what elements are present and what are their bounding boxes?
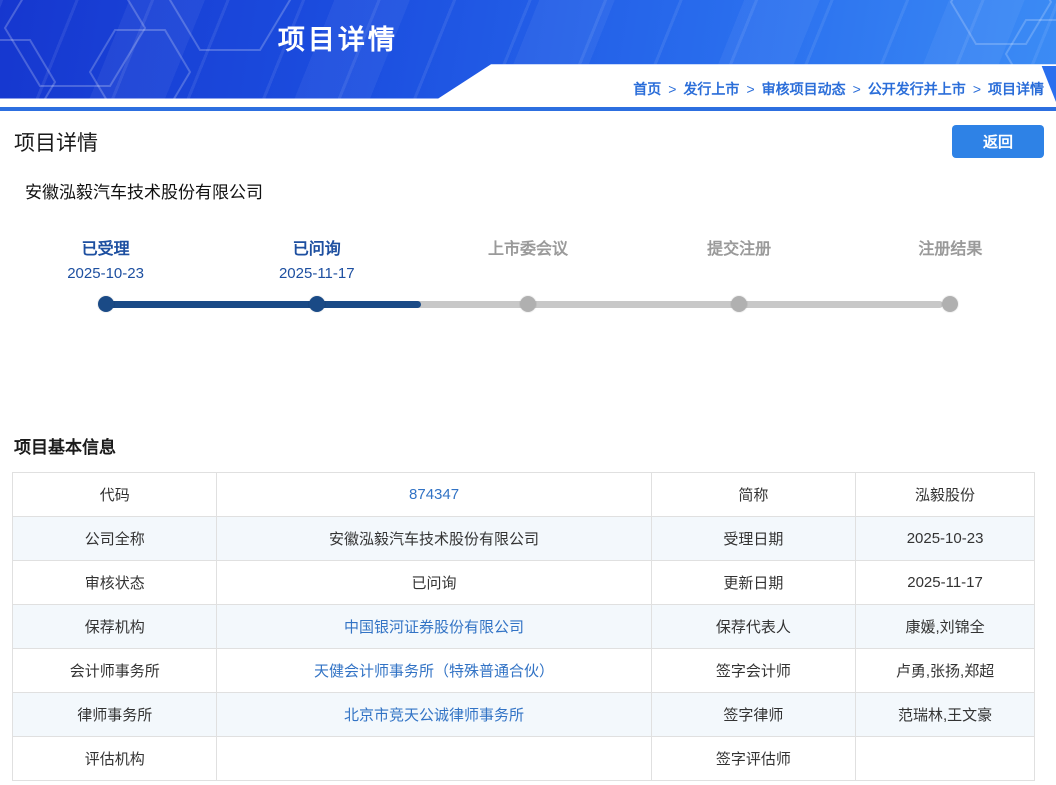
breadcrumb-separator: > <box>668 81 676 97</box>
step-registration-result: 注册结果 <box>845 235 1056 282</box>
title-row: 项目详情 返回 <box>0 111 1056 158</box>
table-row: 评估机构 签字评估师 <box>13 737 1035 781</box>
row-label: 审核状态 <box>13 561 217 605</box>
step-label: 已问询 <box>211 235 422 259</box>
banner-title: 项目详情 <box>0 18 676 57</box>
breadcrumb-separator: > <box>853 81 861 97</box>
page-header: 项目详情 首页 > 发行上市 > 审核项目动态 > 公开发行并上市 > 项目详情 <box>0 0 1056 111</box>
row-value: 康媛,刘锦全 <box>856 605 1035 649</box>
table-row: 保荐机构 中国银河证券股份有限公司 保荐代表人 康媛,刘锦全 <box>13 605 1035 649</box>
breadcrumb-item-public-offering[interactable]: 公开发行并上市 <box>868 81 966 97</box>
row-value: 北京市竞天公诚律师事务所 <box>217 693 651 737</box>
step-dot <box>309 296 325 312</box>
breadcrumb-item-review-dynamics[interactable]: 审核项目动态 <box>762 81 846 97</box>
step-date: 2025-10-23 <box>0 265 211 282</box>
row-value: 安徽泓毅汽车技术股份有限公司 <box>217 517 651 561</box>
stepper-track-active <box>102 301 421 308</box>
row-value: 泓毅股份 <box>856 473 1035 517</box>
breadcrumb-item-home[interactable]: 首页 <box>633 81 661 97</box>
breadcrumb: 首页 > 发行上市 > 审核项目动态 > 公开发行并上市 > 项目详情 <box>633 79 1044 99</box>
row-value: 874347 <box>217 473 651 517</box>
step-dot <box>731 296 747 312</box>
step-submit-registration: 提交注册 <box>634 235 845 282</box>
project-info-table: 代码 874347 简称 泓毅股份 公司全称 安徽泓毅汽车技术股份有限公司 受理… <box>12 472 1035 781</box>
row-label: 保荐代表人 <box>651 605 855 649</box>
row-label: 更新日期 <box>651 561 855 605</box>
sponsor-link[interactable]: 中国银河证券股份有限公司 <box>344 619 524 636</box>
step-dot <box>520 296 536 312</box>
step-label: 已受理 <box>0 235 211 259</box>
step-date <box>845 265 1056 282</box>
row-value: 中国银河证券股份有限公司 <box>217 605 651 649</box>
row-label: 评估机构 <box>13 737 217 781</box>
row-label: 签字律师 <box>651 693 855 737</box>
step-accepted: 已受理 2025-10-23 <box>0 235 211 282</box>
accounting-firm-link[interactable]: 天健会计师事务所（特殊普通合伙） <box>314 663 554 680</box>
progress-stepper: 已受理 2025-10-23 已问询 2025-11-17 上市委会议 提交注册… <box>0 235 1056 325</box>
row-value: 卢勇,张扬,郑超 <box>856 649 1035 693</box>
section-title-basic-info: 项目基本信息 <box>14 433 1056 458</box>
step-label: 提交注册 <box>634 235 845 259</box>
step-date: 2025-11-17 <box>211 265 422 282</box>
table-row: 会计师事务所 天健会计师事务所（特殊普通合伙） 签字会计师 卢勇,张扬,郑超 <box>13 649 1035 693</box>
row-value: 2025-11-17 <box>856 561 1035 605</box>
step-listing-committee: 上市委会议 <box>422 235 633 282</box>
table-row: 公司全称 安徽泓毅汽车技术股份有限公司 受理日期 2025-10-23 <box>13 517 1035 561</box>
row-value: 天健会计师事务所（特殊普通合伙） <box>217 649 651 693</box>
row-label: 简称 <box>651 473 855 517</box>
page-title: 项目详情 <box>14 127 98 157</box>
table-row: 审核状态 已问询 更新日期 2025-11-17 <box>13 561 1035 605</box>
row-label: 签字会计师 <box>651 649 855 693</box>
row-value: 2025-10-23 <box>856 517 1035 561</box>
row-label: 会计师事务所 <box>13 649 217 693</box>
step-label: 注册结果 <box>845 235 1056 259</box>
breadcrumb-separator: > <box>973 81 981 97</box>
table-row: 律师事务所 北京市竞天公诚律师事务所 签字律师 范瑞林,王文豪 <box>13 693 1035 737</box>
table-row: 代码 874347 简称 泓毅股份 <box>13 473 1035 517</box>
back-button[interactable]: 返回 <box>952 125 1044 158</box>
row-value: 范瑞林,王文豪 <box>856 693 1035 737</box>
step-date <box>422 265 633 282</box>
code-value: 874347 <box>409 486 459 503</box>
row-value <box>856 737 1035 781</box>
row-value: 已问询 <box>217 561 651 605</box>
row-value <box>217 737 651 781</box>
step-dot <box>942 296 958 312</box>
step-inquired: 已问询 2025-11-17 <box>211 235 422 282</box>
row-label: 代码 <box>13 473 217 517</box>
step-date <box>634 265 845 282</box>
breadcrumb-item-project-detail[interactable]: 项目详情 <box>988 81 1044 97</box>
row-label: 签字评估师 <box>651 737 855 781</box>
breadcrumb-separator: > <box>746 81 754 97</box>
step-label: 上市委会议 <box>422 235 633 259</box>
row-label: 公司全称 <box>13 517 217 561</box>
breadcrumb-item-listing[interactable]: 发行上市 <box>683 81 739 97</box>
row-label: 律师事务所 <box>13 693 217 737</box>
row-label: 保荐机构 <box>13 605 217 649</box>
company-name: 安徽泓毅汽车技术股份有限公司 <box>0 158 1056 203</box>
law-firm-link[interactable]: 北京市竞天公诚律师事务所 <box>344 707 524 724</box>
row-label: 受理日期 <box>651 517 855 561</box>
step-dot <box>98 296 114 312</box>
